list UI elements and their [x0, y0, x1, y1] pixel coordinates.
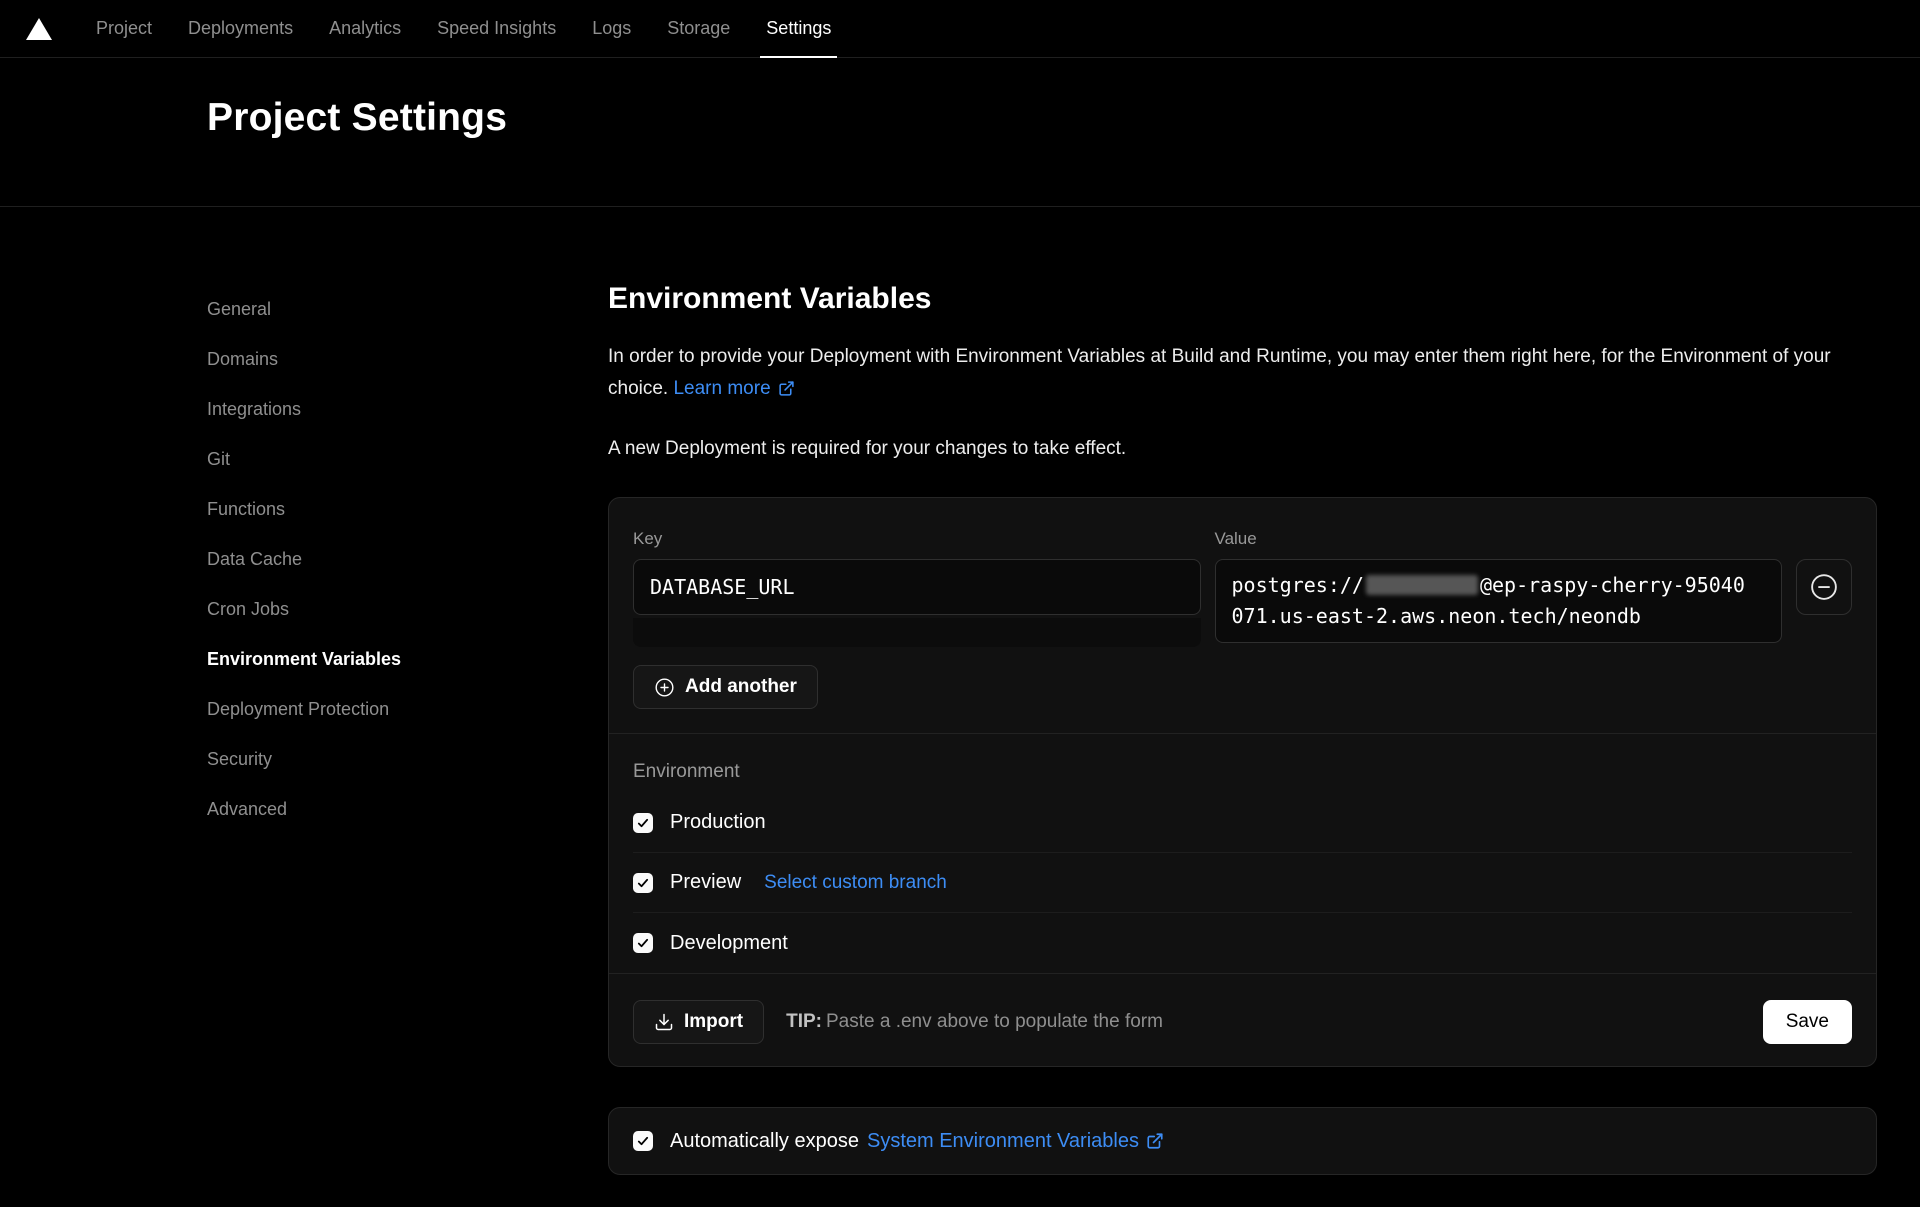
key-value-form: Key Value postgres:// @ep-raspy-cherry-95… [609, 498, 1876, 733]
remove-row-button[interactable] [1796, 559, 1852, 615]
download-icon [654, 1012, 674, 1032]
empty-input-row [633, 618, 1201, 647]
system-env-card: Automatically expose System Environment … [608, 1107, 1877, 1175]
section-title: Environment Variables [608, 281, 1877, 317]
value-prefix: postgres:// [1232, 573, 1364, 597]
import-button[interactable]: Import [633, 1000, 764, 1044]
preview-label: Preview [670, 871, 741, 894]
redacted-secret-block [1366, 575, 1478, 595]
nav-item-deployments[interactable]: Deployments [188, 0, 293, 58]
value-input[interactable]: postgres:// @ep-raspy-cherry-95040 071.us-… [1215, 559, 1783, 643]
card-footer: Import TIP:Paste a .env above to populat… [609, 973, 1876, 1066]
check-icon [636, 816, 650, 830]
sidebar-item-security[interactable]: Security [207, 749, 608, 769]
environment-section: Environment Production Preview Select cu… [609, 734, 1876, 973]
sidebar-item-deployment-protection[interactable]: Deployment Protection [207, 699, 608, 719]
nav-item-speed-insights[interactable]: Speed Insights [437, 0, 556, 58]
nav-item-settings[interactable]: Settings [766, 0, 831, 58]
value-label: Value [1215, 528, 1783, 549]
sidebar-item-advanced[interactable]: Advanced [207, 799, 608, 819]
page-header: Project Settings [0, 58, 1920, 207]
minus-circle-icon [1809, 572, 1839, 602]
tip-text: TIP:Paste a .env above to populate the f… [786, 1011, 1163, 1033]
main-panel: Environment Variables In order to provid… [608, 207, 1920, 1175]
content: General Domains Integrations Git Functio… [0, 207, 1920, 1175]
check-icon [636, 876, 650, 890]
system-env-link-label: System Environment Variables [867, 1130, 1139, 1152]
top-nav: Project Deployments Analytics Speed Insi… [0, 0, 1920, 58]
env-row-preview: Preview Select custom branch [633, 853, 1852, 913]
system-env-variables-link[interactable]: System Environment Variables [867, 1130, 1164, 1153]
key-input[interactable] [633, 559, 1201, 615]
value-column: Value postgres:// @ep-raspy-cherry-95040 0… [1215, 528, 1783, 643]
plus-circle-icon [654, 677, 675, 698]
development-label: Development [670, 932, 788, 955]
triangle-icon [26, 18, 52, 40]
tip-label: TIP: [786, 1011, 822, 1032]
sidebar-item-functions[interactable]: Functions [207, 499, 608, 519]
redeploy-note: A new Deployment is required for your ch… [608, 433, 1877, 465]
expose-checkbox[interactable] [633, 1131, 653, 1151]
check-icon [636, 936, 650, 950]
env-var-form-card: Key Value postgres:// @ep-raspy-cherry-95… [608, 497, 1877, 1067]
import-label: Import [684, 1011, 743, 1033]
key-column: Key [633, 528, 1201, 647]
sidebar-item-integrations[interactable]: Integrations [207, 399, 608, 419]
sidebar-item-git[interactable]: Git [207, 449, 608, 469]
sidebar-item-environment-variables[interactable]: Environment Variables [207, 649, 608, 669]
sidebar-item-data-cache[interactable]: Data Cache [207, 549, 608, 569]
sidebar-item-general[interactable]: General [207, 299, 608, 319]
vercel-logo-icon[interactable] [26, 18, 66, 40]
settings-sidebar: General Domains Integrations Git Functio… [0, 207, 608, 1175]
learn-more-link[interactable]: Learn more [673, 378, 794, 399]
tip-body: Paste a .env above to populate the form [826, 1011, 1163, 1032]
page-title: Project Settings [207, 96, 1920, 140]
production-checkbox[interactable] [633, 813, 653, 833]
environment-label: Environment [633, 760, 1852, 783]
add-another-button[interactable]: Add another [633, 665, 818, 709]
development-checkbox[interactable] [633, 933, 653, 953]
production-label: Production [670, 811, 766, 834]
nav-item-project[interactable]: Project [96, 0, 152, 58]
nav-item-storage[interactable]: Storage [667, 0, 730, 58]
value-host-part2: 071.us-east-2.aws.neon.tech/neondb [1232, 601, 1766, 632]
save-button[interactable]: Save [1763, 1000, 1852, 1044]
preview-checkbox[interactable] [633, 873, 653, 893]
key-label: Key [633, 528, 1201, 549]
section-description: In order to provide your Deployment with… [608, 341, 1877, 405]
add-another-label: Add another [685, 676, 797, 698]
external-link-icon [1146, 1132, 1164, 1150]
external-link-icon [778, 380, 795, 397]
env-row-development: Development [633, 913, 1852, 973]
select-custom-branch-link[interactable]: Select custom branch [764, 872, 947, 894]
env-row-production: Production [633, 793, 1852, 853]
nav-item-analytics[interactable]: Analytics [329, 0, 401, 58]
sidebar-item-domains[interactable]: Domains [207, 349, 608, 369]
value-host-part1: @ep-raspy-cherry-95040 [1480, 573, 1745, 597]
check-icon [636, 1134, 650, 1148]
nav-item-logs[interactable]: Logs [592, 0, 631, 58]
sidebar-item-cron-jobs[interactable]: Cron Jobs [207, 599, 608, 619]
learn-more-label: Learn more [673, 378, 770, 399]
expose-label: Automatically expose [670, 1130, 859, 1153]
